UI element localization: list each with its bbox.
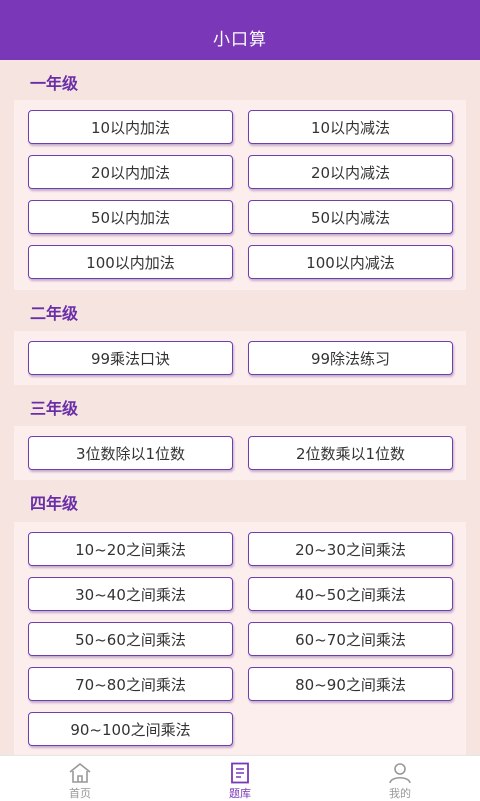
tab-question-bank[interactable]: 题库 [200, 756, 280, 801]
grade-1-title: 一年级 [30, 74, 79, 93]
topic-button[interactable]: 10以内减法 [248, 110, 453, 144]
topic-button[interactable]: 80~90之间乘法 [248, 667, 453, 701]
question-bank-content: 一年级 10以内加法 10以内减法 20以内加法 20以内减法 50以内加法 5… [0, 60, 480, 755]
home-icon [69, 763, 91, 783]
grade-2-title: 二年级 [30, 304, 79, 323]
topic-button[interactable]: 99除法练习 [248, 341, 453, 375]
topic-button[interactable]: 20~30之间乘法 [248, 532, 453, 566]
question-bank-icon [231, 762, 249, 784]
tab-home[interactable]: 首页 [40, 756, 120, 801]
topic-button[interactable]: 50~60之间乘法 [28, 622, 233, 656]
topic-button[interactable]: 3位数除以1位数 [28, 436, 233, 470]
topic-button[interactable]: 90~100之间乘法 [28, 712, 233, 746]
user-icon [389, 763, 411, 784]
topic-button[interactable]: 60~70之间乘法 [248, 622, 453, 656]
bottom-tab-bar: 首页 题库 我的 [0, 755, 480, 801]
grade-2-panel: 99乘法口诀 99除法练习 [14, 331, 466, 385]
topic-button[interactable]: 30~40之间乘法 [28, 577, 233, 611]
app-header: 小口算 [0, 0, 480, 60]
topic-button[interactable]: 40~50之间乘法 [248, 577, 453, 611]
grade-1-panel: 10以内加法 10以内减法 20以内加法 20以内减法 50以内加法 50以内减… [14, 100, 466, 290]
grade-3-panel: 3位数除以1位数 2位数乘以1位数 [14, 426, 466, 480]
topic-button[interactable]: 99乘法口诀 [28, 341, 233, 375]
grade-4-panel: 10~20之间乘法 20~30之间乘法 30~40之间乘法 40~50之间乘法 … [14, 522, 466, 755]
topic-button[interactable]: 20以内加法 [28, 155, 233, 189]
topic-button[interactable]: 2位数乘以1位数 [248, 436, 453, 470]
tab-label: 首页 [69, 787, 91, 800]
page-title: 小口算 [213, 30, 267, 50]
grade-3-title: 三年级 [30, 399, 79, 418]
topic-button[interactable]: 20以内减法 [248, 155, 453, 189]
topic-button[interactable]: 10以内加法 [28, 110, 233, 144]
tab-label: 题库 [229, 787, 251, 800]
topic-button[interactable]: 50以内加法 [28, 200, 233, 234]
topic-button[interactable]: 100以内减法 [248, 245, 453, 279]
tab-label: 我的 [389, 787, 411, 800]
topic-button[interactable]: 100以内加法 [28, 245, 233, 279]
tab-mine[interactable]: 我的 [360, 756, 440, 801]
topic-button[interactable]: 50以内减法 [248, 200, 453, 234]
topic-button[interactable]: 10~20之间乘法 [28, 532, 233, 566]
grade-4-title: 四年级 [30, 494, 79, 513]
topic-button[interactable]: 70~80之间乘法 [28, 667, 233, 701]
